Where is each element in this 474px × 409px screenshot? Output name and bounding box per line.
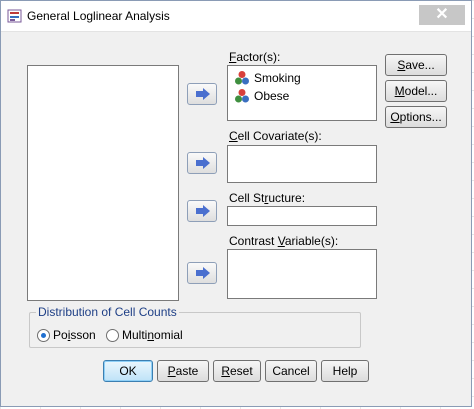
move-to-factors-button[interactable] [187, 83, 217, 105]
factors-list[interactable]: Smoking Obese [227, 65, 377, 121]
reset-button[interactable]: Reset [213, 360, 261, 382]
ok-button[interactable]: OK [103, 360, 153, 382]
multinomial-radio-label[interactable]: Multinomial [122, 328, 183, 342]
poisson-radio-label[interactable]: Poisson [53, 328, 96, 342]
contrast-variables-label: Contrast Variable(s): [229, 234, 339, 248]
window-title: General Loglinear Analysis [27, 9, 170, 23]
distribution-group: Distribution of Cell Counts Poisson Mult… [29, 305, 361, 348]
spss-app-icon [7, 9, 22, 23]
close-button[interactable]: ✕ [419, 5, 465, 25]
cancel-button[interactable]: Cancel [265, 360, 317, 382]
cell-covariates-list[interactable] [227, 145, 377, 183]
factors-label: Factor(s): [229, 50, 281, 64]
help-button[interactable]: Help [321, 360, 369, 382]
list-item-label: Obese [254, 89, 290, 103]
paste-button[interactable]: Paste [157, 360, 209, 382]
source-variable-list[interactable] [27, 65, 179, 301]
cell-structure-label: Cell Structure: [229, 191, 306, 205]
list-item-label: Smoking [254, 71, 301, 85]
poisson-radio[interactable] [37, 329, 50, 342]
options-button[interactable]: Options... [385, 106, 447, 128]
model-button[interactable]: Model... [385, 80, 447, 102]
contrast-variables-list[interactable] [227, 249, 377, 299]
cell-covariates-label: Cell Covariate(s): [229, 129, 322, 143]
title-bar[interactable]: General Loglinear Analysis ✕ [1, 1, 471, 32]
move-to-cell-covariates-button[interactable] [187, 152, 217, 174]
move-to-contrast-variables-button[interactable] [187, 262, 217, 284]
distribution-group-title: Distribution of Cell Counts [36, 305, 179, 319]
move-to-cell-structure-button[interactable] [187, 200, 217, 222]
dialog-window: General Loglinear Analysis ✕ Factor(s): … [0, 0, 472, 407]
cell-structure-field[interactable] [227, 206, 377, 226]
right-arrow-icon [196, 157, 210, 169]
nominal-measure-icon [235, 89, 249, 103]
right-arrow-icon [196, 205, 210, 217]
right-arrow-icon [196, 267, 210, 279]
save-button[interactable]: Save... [385, 54, 447, 76]
nominal-measure-icon [235, 71, 249, 85]
multinomial-radio[interactable] [106, 329, 119, 342]
close-icon: ✕ [435, 6, 449, 23]
right-arrow-icon [196, 88, 210, 100]
